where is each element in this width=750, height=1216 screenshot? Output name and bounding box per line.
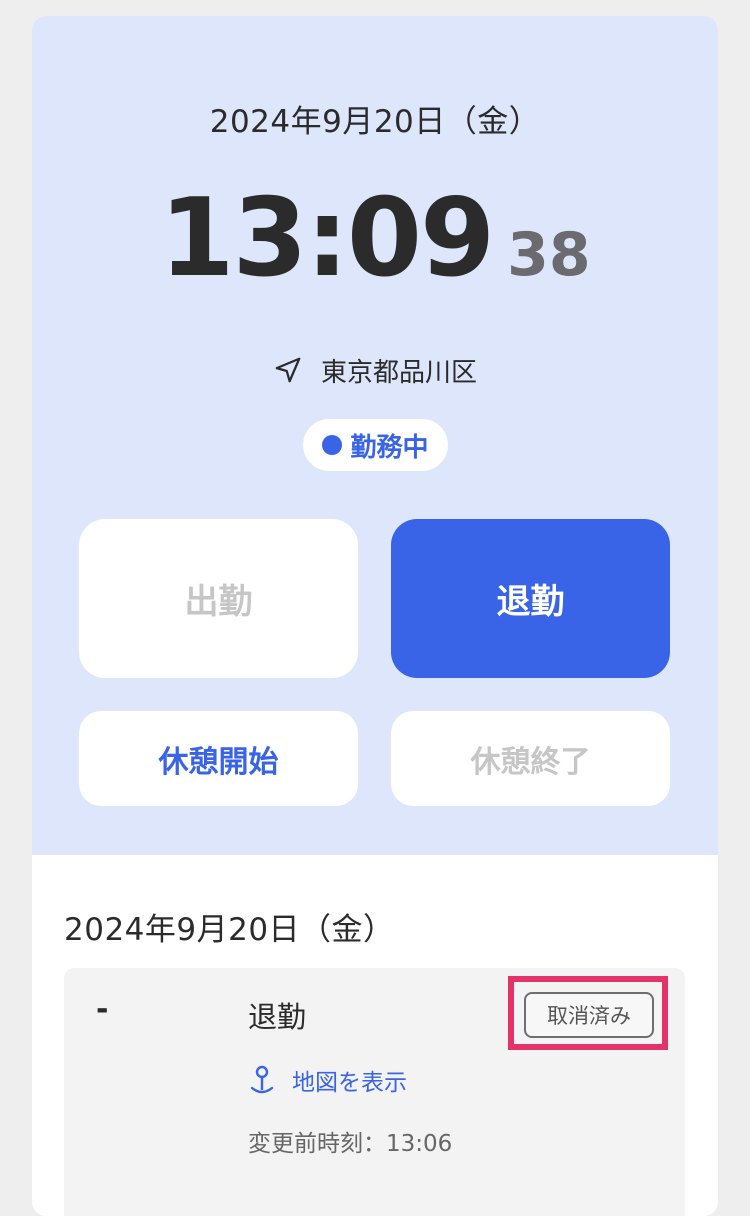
cancelled-badge: 取消済み [524, 992, 654, 1038]
status-badge: 勤務中 [303, 419, 448, 471]
navigation-arrow-icon [275, 357, 301, 383]
highlight-box: 取消済み [508, 976, 668, 1050]
current-date: 2024年9月20日（金） [209, 104, 541, 140]
clock-section: 2024年9月20日（金） 13:09 38 東京都品川区 勤務中 出勤 退勤 休… [32, 16, 718, 855]
clock-in-button[interactable]: 出勤 [79, 519, 358, 678]
clock-out-button[interactable]: 退勤 [391, 519, 670, 678]
previous-time: 変更前時刻：13:06 [248, 1131, 453, 1157]
location-display: 東京都品川区 [32, 350, 718, 390]
timecard-panel: 2024年9月20日（金） 13:09 38 東京都品川区 勤務中 出勤 退勤 休… [32, 16, 718, 1216]
record-type: 退勤 [248, 1000, 307, 1034]
break-end-button[interactable]: 休憩終了 [391, 711, 670, 806]
history-date: 2024年9月20日（金） [64, 912, 395, 948]
show-map-label[interactable]: 地図を表示 [292, 1063, 407, 1097]
status-dot-icon [322, 435, 343, 455]
attendance-record: - 退勤 取消済み 地図を表示 変更前時刻：13:06 [64, 968, 685, 1216]
break-start-button[interactable]: 休憩開始 [79, 711, 358, 806]
status-label: 勤務中 [350, 432, 429, 463]
time-seconds: 38 [507, 220, 591, 290]
location-name: 東京都品川区 [320, 357, 477, 388]
show-map-link[interactable]: 地図を表示 [248, 1064, 407, 1096]
current-time: 13:09 38 [32, 176, 718, 301]
record-time: - [96, 992, 109, 1027]
time-hours-minutes: 13:09 [159, 176, 495, 301]
map-pin-icon [250, 1065, 274, 1094]
